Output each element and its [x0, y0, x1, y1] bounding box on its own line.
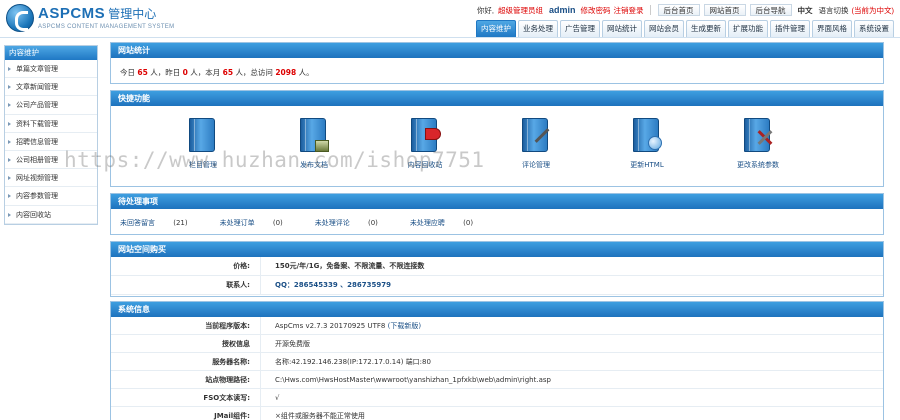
divider: [649, 5, 651, 15]
tab-themes[interactable]: 界面风格: [812, 20, 852, 37]
sidebar-item-downloads[interactable]: 资料下载管理: [5, 115, 97, 133]
top-bar: 你好, 超级管理员组 admin 修改密码 注销登录 后台首页 网站首页 后台导…: [477, 3, 894, 17]
tab-members[interactable]: 网站会员: [644, 20, 684, 37]
today-count: 65: [137, 68, 148, 77]
sys-row-server: 服务器名称: 名称:42.192.146.238(IP:172.17.0.14)…: [111, 353, 883, 371]
sys-row-jmail: JMail组件: ×组件或服务器不能正常使用: [111, 407, 883, 420]
quick-update-html[interactable]: 更新HTML: [607, 116, 687, 170]
hosting-title: 网站空间购买: [111, 242, 883, 257]
sidebar-item-videos[interactable]: 网址视频管理: [5, 169, 97, 188]
language-label: 中文: [797, 5, 813, 15]
sidebar-item-news[interactable]: 文章新闻管理: [5, 78, 97, 97]
logout-link[interactable]: 注销登录: [614, 5, 644, 16]
arrow-right-icon: [8, 103, 11, 108]
recycle-bin-icon: [408, 116, 442, 156]
quick-row: 栏目管理 发布文档 内容回收站 评论管理 更新HTML 更改系统参数: [111, 106, 883, 186]
hosting-price-value: 150元/年/1G，免备案、不限流量、不限连接数: [275, 262, 425, 270]
arrow-right-icon: [8, 194, 11, 199]
stats-title: 网站统计: [111, 43, 883, 58]
sys-row-path: 站点物理路径: C:\Hws.com\HwsHostMaster\wwwroot…: [111, 371, 883, 389]
quick-panel: 快捷功能 栏目管理 发布文档 内容回收站 评论管理 更新HTML 更改系统参数: [110, 90, 884, 187]
quick-title: 快捷功能: [111, 91, 883, 106]
publish-document-icon: [297, 116, 331, 156]
total-count: 2098: [275, 68, 297, 77]
sidebar-item-jobs[interactable]: 招聘信息管理: [5, 133, 97, 151]
user-role: 超级管理员组: [497, 5, 543, 15]
sidebar-item-params[interactable]: 内容参数管理: [5, 187, 97, 206]
tab-stats[interactable]: 网站统计: [602, 20, 642, 37]
todo-title: 待处理事项: [111, 194, 883, 209]
username: admin: [548, 5, 576, 15]
todo-panel: 待处理事项 未回答留言 (21) 未处理订单 (0) 未处理评论 (0) 未处理…: [110, 193, 884, 235]
sys-row-version: 当前程序版本: AspCms v2.7.3 20170925 UTF8 (下载新…: [111, 317, 883, 335]
month-count: 65: [222, 68, 234, 77]
comment-manage-icon: [519, 116, 553, 156]
sidebar-item-products[interactable]: 公司产品管理: [5, 96, 97, 115]
todo-item-comments[interactable]: 未处理评论 (0): [315, 218, 394, 228]
admin-nav-button[interactable]: 后台导航: [749, 4, 792, 16]
logo-title: ASPCMS 管理中心: [38, 5, 157, 22]
logo-subtitle: ASPCMS CONTENT MANAGEMENT SYSTEM: [38, 24, 175, 30]
update-html-icon: [630, 116, 664, 156]
header: ASPCMS 管理中心 ASPCMS CONTENT MANAGEMENT SYS…: [0, 0, 900, 38]
tab-settings[interactable]: 系统设置: [854, 20, 894, 37]
logo[interactable]: ASPCMS 管理中心 ASPCMS CONTENT MANAGEMENT SYS…: [6, 4, 206, 34]
todo-item-orders[interactable]: 未处理订单 (0): [220, 218, 299, 228]
tab-content[interactable]: 内容维护: [476, 20, 516, 37]
admin-home-button[interactable]: 后台首页: [657, 4, 700, 16]
arrow-right-icon: [8, 212, 11, 217]
sidebar-item-album[interactable]: 公司相册管理: [5, 151, 97, 170]
stats-panel: 网站统计 今日 65 人，昨日 0 人，本月 65 人，总访问 2098 人。: [110, 42, 884, 84]
tab-ads[interactable]: 广告管理: [560, 20, 600, 37]
arrow-right-icon: [8, 67, 11, 71]
quick-column-manage[interactable]: 栏目管理: [163, 116, 243, 170]
logo-icon: [6, 4, 34, 32]
system-settings-icon: [741, 116, 775, 156]
arrow-right-icon: [8, 157, 11, 162]
arrow-right-icon: [8, 176, 11, 181]
hosting-price-row: 价格: 150元/年/1G，免备案、不限流量、不限连接数: [111, 257, 883, 276]
tab-extensions[interactable]: 扩展功能: [728, 20, 768, 37]
folder-book-icon: [186, 116, 220, 156]
stats-summary: 今日 65 人，昨日 0 人，本月 65 人，总访问 2098 人。: [120, 68, 314, 77]
quick-publish-document[interactable]: 发布文档: [274, 116, 354, 170]
hosting-contact-value: QQ：286545339 、286735979: [275, 281, 392, 289]
todo-item-applications[interactable]: 未处理应聘 (0): [410, 218, 489, 228]
hosting-contact-label: 联系人:: [111, 276, 261, 294]
sidebar-item-recycle[interactable]: 内容回收站: [5, 206, 97, 224]
quick-comment-manage[interactable]: 评论管理: [496, 116, 576, 170]
tab-business[interactable]: 业务处理: [518, 20, 558, 37]
sidebar-title: 内容维护: [5, 46, 97, 60]
sys-row-fso: FSO文本读写: √: [111, 389, 883, 407]
language-current: (当前为中文): [851, 5, 895, 15]
arrow-right-icon: [8, 139, 11, 144]
language-switch-link[interactable]: 语言切换: [819, 5, 849, 16]
system-info-title: 系统信息: [111, 302, 883, 317]
download-new-version-link[interactable]: (下载新版): [388, 322, 421, 330]
hosting-contact-row: 联系人: QQ：286545339 、286735979: [111, 276, 883, 295]
change-password-link[interactable]: 修改密码: [581, 5, 611, 16]
sidebar: 内容维护 单篇文章管理 文章新闻管理 公司产品管理 资料下载管理 招聘信息管理 …: [4, 45, 98, 225]
todo-item-messages[interactable]: 未回答留言 (21): [120, 218, 204, 228]
quick-recycle-bin[interactable]: 内容回收站: [385, 116, 465, 170]
quick-system-settings[interactable]: 更改系统参数: [718, 116, 798, 170]
system-info-panel: 系统信息 当前程序版本: AspCms v2.7.3 20170925 UTF8…: [110, 301, 884, 420]
main-nav: 内容维护 业务处理 广告管理 网站统计 网站会员 生成更新 扩展功能 插件管理 …: [474, 20, 894, 37]
sys-row-license: 授权信息 开源免费版: [111, 335, 883, 353]
yesterday-count: 0: [182, 68, 188, 77]
tab-generate[interactable]: 生成更新: [686, 20, 726, 37]
hosting-panel: 网站空间购买 价格: 150元/年/1G，免备案、不限流量、不限连接数 联系人:…: [110, 241, 884, 297]
arrow-right-icon: [8, 121, 11, 126]
arrow-right-icon: [8, 85, 11, 90]
tab-plugins[interactable]: 插件管理: [770, 20, 810, 37]
site-home-button[interactable]: 网站首页: [703, 4, 746, 16]
sidebar-item-single-article[interactable]: 单篇文章管理: [5, 60, 97, 79]
hosting-price-label: 价格:: [111, 257, 261, 275]
greeting: 你好,: [476, 5, 494, 15]
todo-list: 未回答留言 (21) 未处理订单 (0) 未处理评论 (0) 未处理应聘 (0): [111, 209, 883, 228]
